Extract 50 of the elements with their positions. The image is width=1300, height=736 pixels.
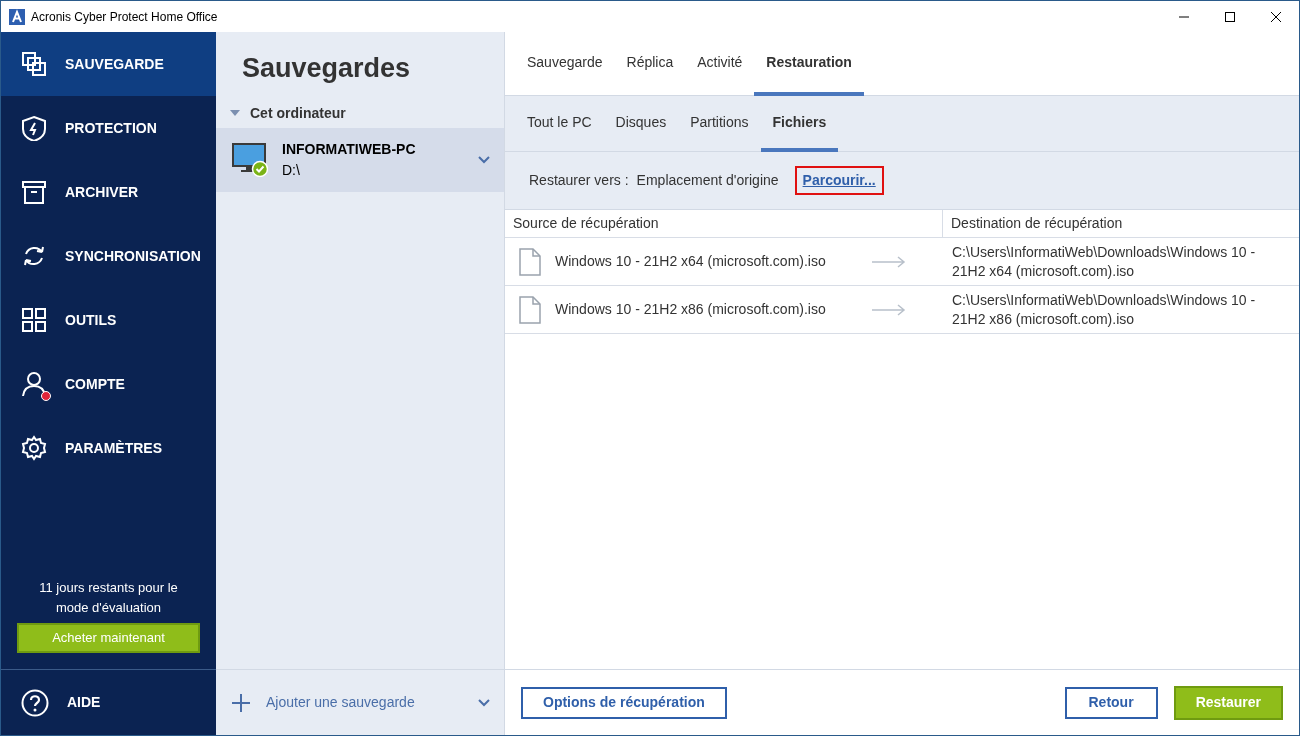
source-file: Windows 10 - 21H2 x86 (microsoft.com).iso <box>555 300 827 319</box>
subtab[interactable]: Tout le PC <box>515 96 604 152</box>
arrow-right-icon <box>872 303 906 316</box>
source-file: Windows 10 - 21H2 x64 (microsoft.com).iso <box>555 252 827 271</box>
column-header: Destination de récupération <box>942 210 1299 237</box>
shield-icon <box>21 115 47 141</box>
tab[interactable]: Réplica <box>614 32 686 96</box>
backup-name: INFORMATIWEB-PC <box>282 140 417 160</box>
recovery-options-button[interactable]: Options de récupération <box>521 686 727 719</box>
window-title: Acronis Cyber Protect Home Office <box>31 8 218 26</box>
sidebar-item[interactable]: OUTILS <box>1 288 216 352</box>
column-header: Source de récupération <box>512 214 660 233</box>
sidebar-item[interactable]: SAUVEGARDE <box>1 32 216 96</box>
help-icon <box>21 688 49 717</box>
group-header[interactable]: Cet ordinateur <box>216 98 504 129</box>
gear-icon <box>21 435 47 461</box>
caret-icon <box>230 110 240 117</box>
backup-item[interactable]: INFORMATIWEB-PC D:\ <box>216 128 504 193</box>
sidebar-item[interactable]: PROTECTION <box>1 96 216 160</box>
file-icon <box>519 295 541 324</box>
destination-path: C:\Users\InformatiWeb\Downloads\Windows 10 - 21H2 x64 (microsoft.com).iso <box>951 242 1257 281</box>
browse-link[interactable]: Parcourir... <box>794 166 884 195</box>
grid-icon <box>21 307 47 333</box>
file-icon <box>519 247 541 276</box>
sidebar-item[interactable]: COMPTE <box>1 352 216 416</box>
close-icon[interactable] <box>1271 11 1281 22</box>
backup-location: D:\ <box>282 161 301 181</box>
restore-to-label: Restaurer vers : <box>529 171 629 190</box>
restore-location: Emplacement d'origine <box>636 171 779 190</box>
sidebar-item[interactable]: ARCHIVER <box>1 160 216 224</box>
subtab[interactable]: Partitions <box>678 96 761 152</box>
archive-box-icon <box>21 179 47 205</box>
panel-title: Sauvegardes <box>242 52 412 85</box>
tab[interactable]: Activité <box>685 32 755 96</box>
tab[interactable]: Sauvegarde <box>515 32 615 96</box>
maximize-icon[interactable] <box>1225 11 1235 22</box>
chevron-down-icon[interactable] <box>478 698 490 707</box>
plus-icon <box>232 693 250 712</box>
back-button[interactable]: Retour <box>1064 686 1158 719</box>
copies-icon <box>21 51 47 77</box>
user-icon <box>21 371 47 397</box>
arrow-right-icon <box>872 255 906 268</box>
destination-path: C:\Users\InformatiWeb\Downloads\Windows 10 - 21H2 x86 (microsoft.com).iso <box>951 290 1257 329</box>
trial-notice: 11 jours restants pour le mode d'évaluation <box>38 579 179 617</box>
sidebar-item[interactable]: SYNCHRONISATION <box>1 224 216 288</box>
subtab[interactable]: Disques <box>603 96 679 152</box>
app-logo-icon <box>9 8 25 25</box>
sidebar-item[interactable]: PARAMÈTRES <box>1 416 216 480</box>
add-backup-button[interactable]: Ajouter une sauvegarde <box>232 692 415 713</box>
chevron-down-icon[interactable] <box>478 156 490 165</box>
